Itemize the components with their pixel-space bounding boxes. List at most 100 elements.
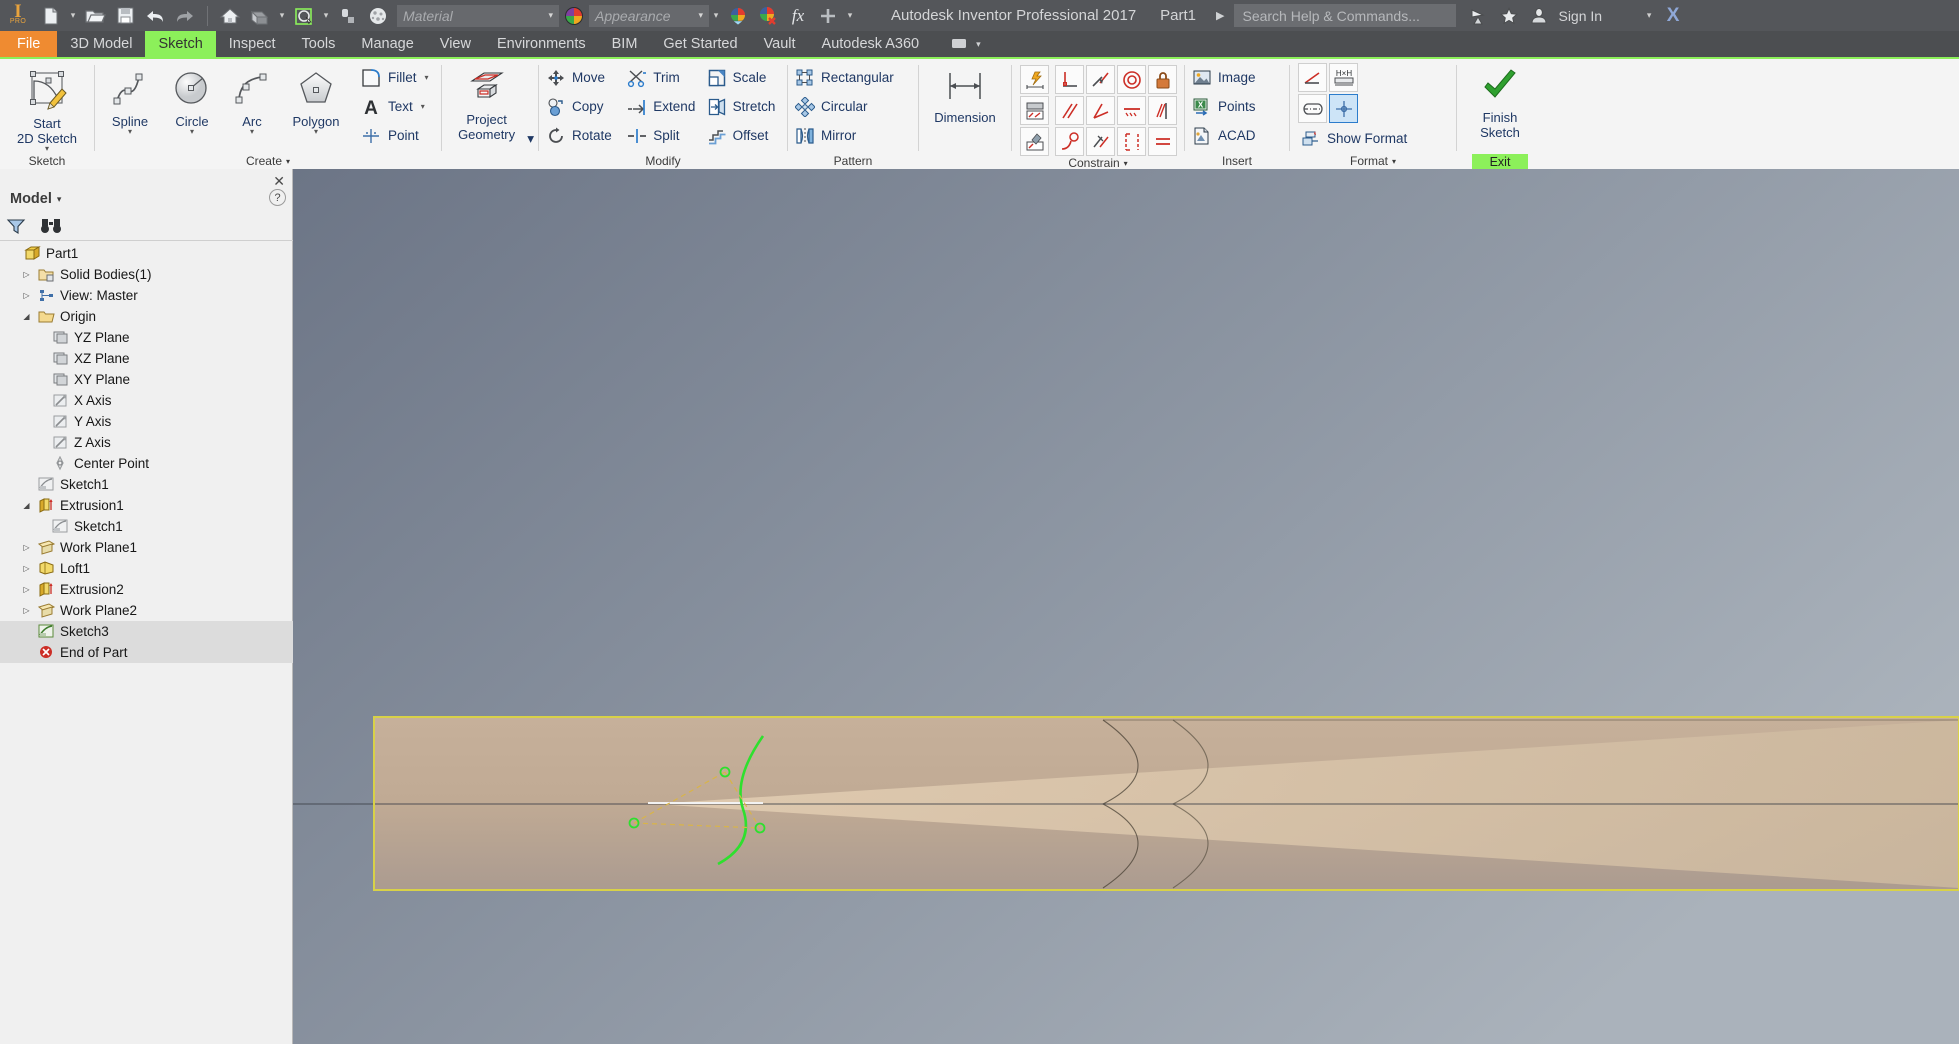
- polygon-caret-icon[interactable]: ▾: [314, 127, 318, 136]
- chevron-down-icon[interactable]: ◢: [20, 312, 33, 321]
- chevron-right-icon[interactable]: ▷: [20, 564, 33, 573]
- driven-dimension-button[interactable]: H×H: [1329, 63, 1358, 92]
- tab-tools[interactable]: Tools: [289, 31, 349, 57]
- text-button[interactable]: A Text ▾: [357, 92, 435, 121]
- appearance-dropdown[interactable]: Appearance ▾: [589, 4, 709, 27]
- chevron-right-icon[interactable]: ▷: [20, 606, 33, 615]
- circle-caret-icon[interactable]: ▾: [190, 127, 194, 136]
- save-button[interactable]: [110, 3, 140, 29]
- scale-button[interactable]: Scale: [704, 63, 783, 92]
- equal-constraint-button[interactable]: [1148, 96, 1177, 125]
- tab-file[interactable]: File: [0, 31, 58, 57]
- tree-item-xz-plane[interactable]: XZ Plane: [0, 348, 293, 369]
- spline-caret-icon[interactable]: ▾: [128, 127, 132, 136]
- tree-item-work-plane1[interactable]: ▷ Work Plane1: [0, 537, 293, 558]
- centerline-button[interactable]: [1298, 94, 1327, 123]
- mirror-button[interactable]: Mirror: [792, 121, 900, 150]
- tree-item-solid-bodies-1-[interactable]: ▷ Solid Bodies(1): [0, 264, 293, 285]
- material-sphere-button[interactable]: [363, 3, 393, 29]
- component-button[interactable]: [333, 3, 363, 29]
- auto-dimension-button[interactable]: [1020, 65, 1049, 94]
- chevron-right-icon[interactable]: ▷: [20, 291, 33, 300]
- parallel-constraint-button[interactable]: [1055, 96, 1084, 125]
- new-document-caret-icon[interactable]: ▾: [66, 3, 80, 29]
- show-constraints-button[interactable]: [1020, 96, 1049, 125]
- browser-title[interactable]: Model ▾: [10, 191, 61, 207]
- chevron-down-icon[interactable]: ◢: [20, 501, 33, 510]
- title-expand-arrow-icon[interactable]: ▶: [1216, 9, 1224, 22]
- tree-item-part1[interactable]: Part1: [0, 243, 293, 264]
- copy-button[interactable]: Copy: [543, 92, 624, 121]
- close-icon[interactable]: ✕: [273, 173, 285, 190]
- tab-get-started[interactable]: Get Started: [650, 31, 750, 57]
- tree-item-work-plane2[interactable]: ▷ Work Plane2: [0, 600, 293, 621]
- tab-view[interactable]: View: [427, 31, 484, 57]
- add-button[interactable]: [813, 3, 843, 29]
- rectangular-pattern-button[interactable]: Rectangular: [792, 63, 900, 92]
- show-format-button[interactable]: Show Format: [1298, 124, 1413, 153]
- offset-button[interactable]: Offset: [704, 121, 783, 150]
- exit-label[interactable]: Exit: [1472, 153, 1528, 171]
- tree-item-sketch3[interactable]: Sketch3: [0, 621, 293, 642]
- trim-button[interactable]: Trim: [624, 63, 703, 92]
- stretch-button[interactable]: Stretch: [704, 92, 783, 121]
- create-panel-caret-icon[interactable]: ▾: [286, 157, 290, 166]
- tab-autodesk-a360[interactable]: Autodesk A360: [809, 31, 933, 57]
- symmetric-constraint-button[interactable]: [1086, 127, 1115, 156]
- fillet-caret-icon[interactable]: ▾: [425, 73, 429, 82]
- tree-item-sketch1[interactable]: Sketch1: [0, 474, 293, 495]
- ribbon-options-button[interactable]: ▾: [942, 31, 989, 57]
- appearance-sphere-icon[interactable]: [559, 3, 589, 29]
- user-account-icon[interactable]: [1524, 3, 1554, 29]
- favorites-star-icon[interactable]: [1494, 3, 1524, 29]
- chevron-right-icon[interactable]: ▷: [20, 585, 33, 594]
- image-button[interactable]: Image: [1189, 63, 1262, 92]
- material-caret-icon[interactable]: ▾: [548, 10, 553, 21]
- tab-vault[interactable]: Vault: [751, 31, 809, 57]
- acad-button[interactable]: ACAD: [1189, 121, 1262, 150]
- tab-3d-model[interactable]: 3D Model: [57, 31, 145, 57]
- tree-item-extrusion2[interactable]: ▷ Extrusion2: [0, 579, 293, 600]
- sign-in-caret-icon[interactable]: ▾: [1642, 3, 1656, 29]
- project-geometry-caret-icon[interactable]: ▾: [527, 131, 534, 147]
- tangent-constraint-button[interactable]: [1086, 65, 1115, 94]
- fillet-button[interactable]: Fillet ▾: [357, 63, 435, 92]
- rotate-button[interactable]: Rotate: [543, 121, 624, 150]
- help-satellite-icon[interactable]: [1464, 3, 1494, 29]
- redo-button[interactable]: [170, 3, 200, 29]
- circular-pattern-button[interactable]: Circular: [792, 92, 900, 121]
- spline-button[interactable]: Spline ▾: [99, 63, 161, 136]
- tab-environments[interactable]: Environments: [484, 31, 599, 57]
- sketch-visibility-caret-icon[interactable]: ▾: [319, 3, 333, 29]
- format-panel-caret-icon[interactable]: ▾: [1392, 157, 1396, 166]
- fix-constraint-button[interactable]: [1148, 65, 1177, 94]
- points-button[interactable]: X Points: [1189, 92, 1262, 121]
- tree-item-y-axis[interactable]: Y Axis: [0, 411, 293, 432]
- vertical-constraint-button[interactable]: [1148, 127, 1177, 156]
- tree-item-end-of-part[interactable]: End of Part: [0, 642, 293, 663]
- arc-caret-icon[interactable]: ▾: [250, 127, 254, 136]
- appearance-extra-caret-icon[interactable]: ▾: [709, 3, 723, 29]
- quick-access-caret-icon[interactable]: ▾: [843, 3, 857, 29]
- tab-inspect[interactable]: Inspect: [216, 31, 289, 57]
- move-button[interactable]: Move: [543, 63, 624, 92]
- parameters-button[interactable]: fx: [783, 3, 813, 29]
- adjust-appearance-button[interactable]: [723, 3, 753, 29]
- collinear-constraint-button[interactable]: [1117, 96, 1146, 125]
- find-binoculars-icon[interactable]: [40, 217, 62, 238]
- constrain-panel-caret-icon[interactable]: ▾: [1124, 159, 1128, 168]
- tab-sketch[interactable]: Sketch: [145, 31, 216, 57]
- filter-icon[interactable]: [6, 217, 26, 238]
- tree-item-origin[interactable]: ◢ Origin: [0, 306, 293, 327]
- tab-bim[interactable]: BIM: [599, 31, 651, 57]
- chevron-right-icon[interactable]: ▷: [20, 543, 33, 552]
- tree-item-sketch1[interactable]: Sketch1: [0, 516, 293, 537]
- dimension-button[interactable]: Dimension: [923, 63, 1007, 125]
- return-button[interactable]: [245, 3, 275, 29]
- help-icon[interactable]: ?: [269, 189, 286, 206]
- start-2d-sketch-caret-icon[interactable]: ▾: [45, 144, 49, 153]
- new-document-button[interactable]: [36, 3, 66, 29]
- center-point-button[interactable]: [1329, 94, 1358, 123]
- text-caret-icon[interactable]: ▾: [421, 102, 425, 111]
- horizontal-constraint-button[interactable]: [1117, 127, 1146, 156]
